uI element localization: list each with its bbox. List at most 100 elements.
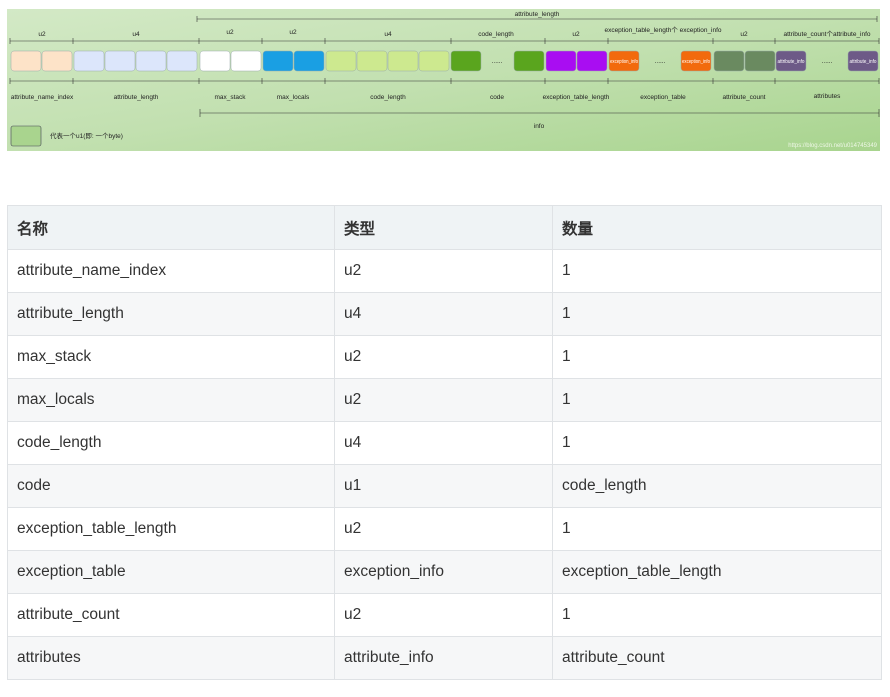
box-attribute-name-index [10,50,42,72]
cell-count: 1 [552,593,882,637]
cell-name: attribute_count [7,593,335,637]
field-label-exception-table: exception_table [640,94,686,101]
box-attribute-length [166,50,198,72]
byte-boxes [10,50,879,72]
table-row: attribute_count u2 1 [7,593,882,637]
attribute-info-text: attribute_info [778,59,805,65]
table-row: exception_table exception_info exception… [7,550,882,594]
box-code [513,50,545,72]
attribute-info-text: attribute_info [850,59,877,65]
type-label-attribute-name-index: u2 [38,31,46,38]
field-label-exception-table-length: exception_table_length [543,94,610,101]
cell-name: code [7,464,335,508]
box-exception-table-length [545,50,577,72]
cell-name: max_locals [7,378,335,422]
cell-type: u2 [334,378,553,422]
field-label-attributes: attributes [814,93,841,100]
cell-type: u4 [334,292,553,336]
exception-table-ellipsis: ...... [655,58,666,65]
box-max-locals [262,50,294,72]
type-label-code: code_length [478,31,514,38]
watermark: https://blog.csdn.net/u014745349 [788,143,877,149]
field-label-code: code [490,94,504,101]
attributes-ellipsis: ...... [822,58,833,65]
box-code [450,50,482,72]
type-label-exception-table-length: u2 [572,31,580,38]
header-name: 名称 [7,205,335,250]
cell-name: max_stack [7,335,335,379]
overall-label: attribute_length [515,11,560,18]
table-row: attribute_name_index u2 1 [7,249,882,293]
type-label-attribute-length: u4 [132,31,140,38]
cell-count: code_length [552,464,882,508]
box-attribute-length [135,50,167,72]
type-label-exception-table-line: exception_table_length个 exception_info [604,26,721,34]
exception-info-text: exception_info [682,59,710,65]
box-attribute-name-index [41,50,73,72]
cell-count: 1 [552,249,882,293]
cell-type: attribute_info [334,636,553,680]
table-row: attribute_length u4 1 [7,292,882,336]
table-header-row: 名称 类型 数量 [7,205,882,250]
type-label-attributes: attribute_count个attribute_info [783,30,870,38]
box-attribute-count [713,50,745,72]
table-row: max_stack u2 1 [7,335,882,379]
cell-name: exception_table [7,550,335,594]
legend-box [10,125,42,147]
table-row: attributes attribute_info attribute_coun… [7,636,882,680]
cell-count: attribute_count [552,636,882,680]
cell-count: 1 [552,421,882,465]
cell-type: u2 [334,335,553,379]
code-attribute-diagram: attribute_length u2 u4 u2 u2 u4 code_len… [7,9,880,151]
cell-count: 1 [552,507,882,551]
header-type: 类型 [334,205,553,250]
code-ellipsis: ...... [492,58,503,65]
exception-info-text: exception_info [610,59,638,65]
box-max-stack [230,50,262,72]
box-code-length [325,50,357,72]
box-code-length [387,50,419,72]
cell-type: exception_info [334,550,553,594]
box-attribute-length [104,50,136,72]
cell-name: attributes [7,636,335,680]
cell-type: u2 [334,507,553,551]
table-row: exception_table_length u2 1 [7,507,882,551]
type-label-max-locals: u2 [289,29,297,36]
header-count: 数量 [552,205,882,250]
box-attribute-length [73,50,105,72]
cell-count: 1 [552,335,882,379]
cell-count: 1 [552,378,882,422]
cell-type: u1 [334,464,553,508]
cell-count: 1 [552,292,882,336]
box-code-length [418,50,450,72]
field-label-attribute-count: attribute_count [722,94,765,101]
box-max-stack [199,50,231,72]
cell-name: exception_table_length [7,507,335,551]
field-label-attribute-length: attribute_length [114,94,159,101]
box-max-locals [293,50,325,72]
box-code-length [356,50,388,72]
type-label-max-stack: u2 [226,29,234,36]
cell-name: attribute_name_index [7,249,335,293]
table-row: max_locals u2 1 [7,378,882,422]
field-label-max-stack: max_stack [214,94,246,101]
cell-name: code_length [7,421,335,465]
info-label: info [534,123,545,130]
box-attribute-count [744,50,776,72]
type-label-code-length: u4 [384,31,392,38]
type-label-attribute-count: u2 [740,31,748,38]
code-attribute-table: 名称 类型 数量 attribute_name_index u2 1 attri… [7,205,882,680]
cell-type: u4 [334,421,553,465]
type-label-exception-table: exception_table_length个 exception_info [604,26,721,34]
cell-type: u2 [334,249,553,293]
field-label-attribute-name-index: attribute_name_index [11,94,74,101]
cell-type: u2 [334,593,553,637]
cell-name: attribute_length [7,292,335,336]
box-exception-table-length [576,50,608,72]
legend-text: 代表一个u1(即: 一个byte) [50,131,123,140]
table-row: code u1 code_length [7,464,882,508]
field-label-max-locals: max_locals [277,94,310,101]
table-row: code_length u4 1 [7,421,882,465]
cell-count: exception_table_length [552,550,882,594]
field-label-code-length: code_length [370,94,406,101]
